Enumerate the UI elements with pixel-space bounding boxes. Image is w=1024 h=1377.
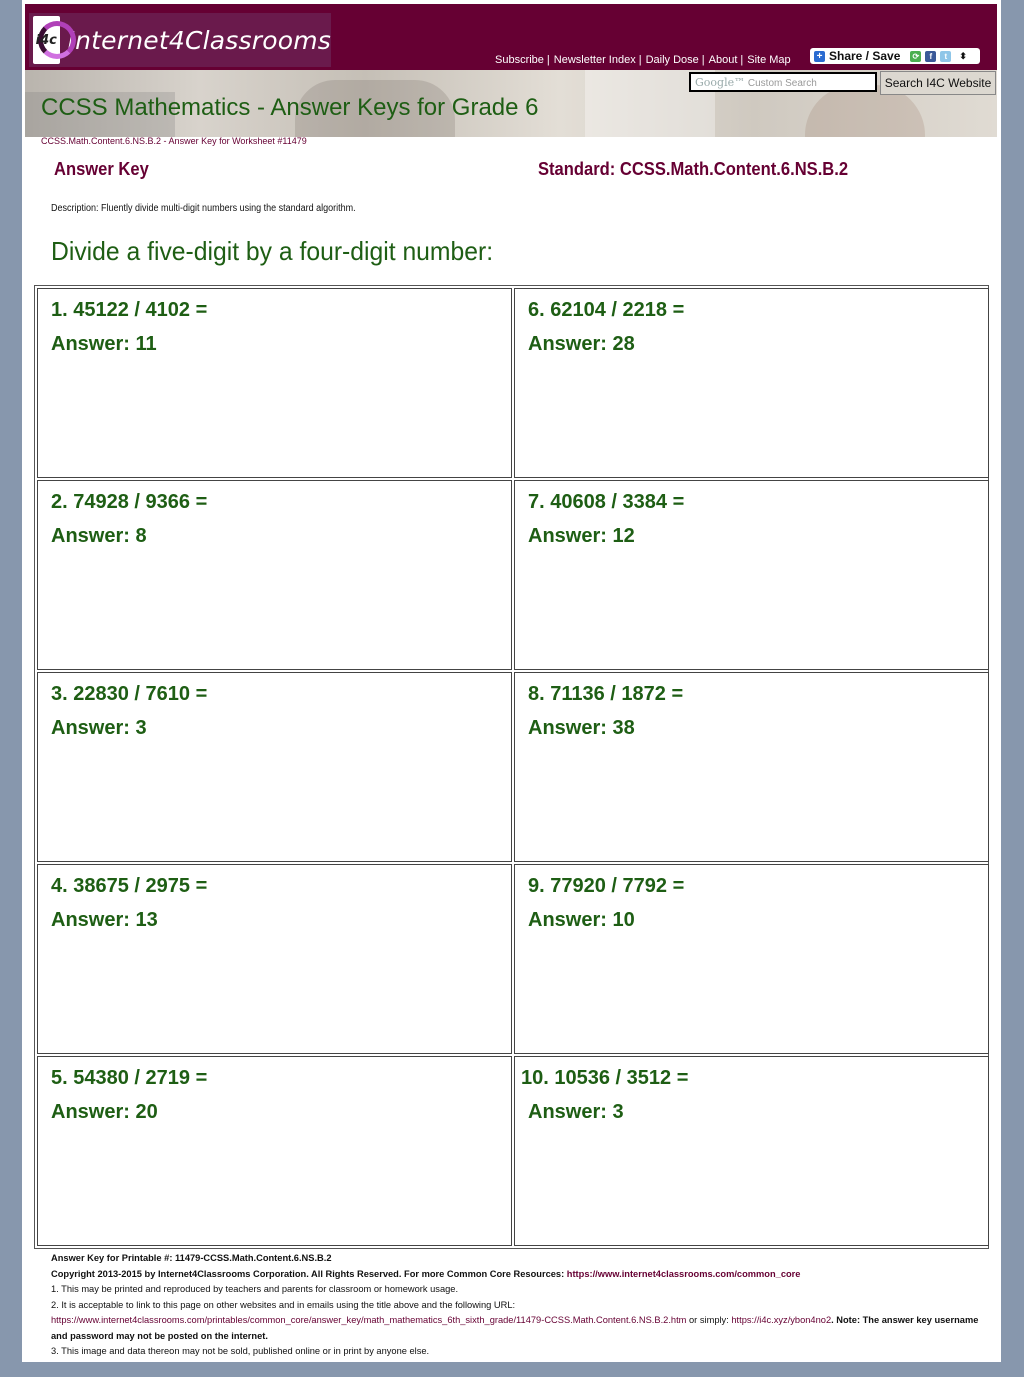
- footer-printable: Answer Key for Printable #: 11479-CCSS.M…: [51, 1253, 332, 1263]
- footer-urls: https://www.internet4classrooms.com/prin…: [51, 1313, 986, 1344]
- share-save-button[interactable]: + Share / Save ⟳ f t ⬍: [810, 48, 980, 64]
- footer-note-3: 3. This image and data thereon may not b…: [51, 1346, 430, 1356]
- updown-chevron-icon[interactable]: ⬍: [959, 51, 967, 62]
- problem-question: 7. 40608 / 3384 =: [528, 491, 685, 513]
- problem-question: 1. 45122 / 4102 =: [51, 299, 208, 321]
- worksheet-url-link[interactable]: https://www.internet4classrooms.com/prin…: [51, 1315, 686, 1325]
- problems-grid: 1. 45122 / 4102 = Answer: 11 6. 62104 / …: [34, 285, 989, 1249]
- breadcrumb: CCSS.Math.Content.6.NS.B.2 - Answer Key …: [41, 136, 307, 146]
- problem-answer: Answer: 8: [51, 525, 147, 547]
- top-nav: Subscribe | Newsletter Index | Daily Dose |…: [495, 54, 791, 66]
- problem-cell: 3. 22830 / 7610 = Answer: 3: [37, 672, 512, 862]
- problem-answer: Answer: 3: [51, 717, 147, 739]
- twitter-icon[interactable]: t: [940, 50, 952, 62]
- search-placeholder: Custom Search: [747, 78, 817, 89]
- nav-separator: |: [638, 54, 642, 66]
- nav-subscribe[interactable]: Subscribe: [495, 54, 544, 66]
- facebook-icon[interactable]: f: [925, 50, 937, 62]
- problem-cell: 5. 54380 / 2719 = Answer: 20: [37, 1056, 512, 1246]
- problem-question: 3. 22830 / 7610 =: [51, 683, 208, 705]
- problem-question: 9. 77920 / 7792 =: [528, 875, 685, 897]
- nav-newsletter-index[interactable]: Newsletter Index: [554, 54, 636, 66]
- problem-cell: 8. 71136 / 1872 = Answer: 38: [514, 672, 989, 862]
- problem-question: 8. 71136 / 1872 =: [528, 683, 684, 705]
- or-simply-text: or simply:: [686, 1315, 732, 1325]
- search-input[interactable]: Google™ Custom Search: [689, 72, 877, 92]
- problem-cell: 6. 62104 / 2218 = Answer: 28: [514, 288, 989, 478]
- nav-daily-dose[interactable]: Daily Dose: [646, 54, 699, 66]
- problem-answer: Answer: 11: [51, 333, 157, 355]
- problem-answer: Answer: 20: [51, 1101, 158, 1123]
- site-header: i4c Internet4Classrooms Subscribe | Newsl…: [25, 4, 997, 70]
- page-title: CCSS Mathematics - Answer Keys for Grade…: [41, 94, 539, 121]
- problem-cell: 9. 77920 / 7792 = Answer: 10: [514, 864, 989, 1054]
- short-url-link[interactable]: https://i4c.xyz/ybon4no2: [731, 1315, 831, 1325]
- logo-small-text: i4c: [35, 32, 57, 48]
- problem-cell: 10. 10536 / 3512 = Answer: 3: [514, 1056, 989, 1246]
- nav-separator: |: [546, 54, 550, 66]
- problem-answer: Answer: 10: [528, 909, 635, 931]
- problem-answer: Answer: 12: [528, 525, 635, 547]
- site-name: Internet4Classrooms: [67, 25, 331, 55]
- footer-copyright: Copyright 2013-2015 by Internet4Classroo…: [51, 1267, 986, 1283]
- site-logo[interactable]: i4c Internet4Classrooms: [29, 13, 331, 67]
- nav-separator: |: [701, 54, 705, 66]
- problem-cell: 4. 38675 / 2975 = Answer: 13: [37, 864, 512, 1054]
- problem-question: 2. 74928 / 9366 =: [51, 491, 208, 513]
- worksheet-heading: Divide a five-digit by a four-digit numb…: [51, 236, 494, 266]
- page-container: i4c Internet4Classrooms Subscribe | Newsl…: [22, 0, 1001, 1362]
- description: Description: Fluently divide multi-digit…: [51, 203, 356, 214]
- problem-question: 5. 54380 / 2719 =: [51, 1067, 208, 1089]
- i4c-logo-icon: i4c: [33, 16, 76, 64]
- nav-about[interactable]: About: [709, 54, 738, 66]
- share-label: Share / Save: [829, 49, 901, 63]
- problem-answer: Answer: 13: [51, 909, 158, 931]
- copyright-text: Copyright 2013-2015 by Internet4Classroo…: [51, 1268, 565, 1279]
- problem-question: 10. 10536 / 3512 =: [521, 1067, 689, 1089]
- footer-note-1: 1. This may be printed and reproduced by…: [51, 1284, 459, 1294]
- problem-answer: Answer: 28: [528, 333, 635, 355]
- nav-site-map[interactable]: Site Map: [747, 54, 790, 66]
- problem-question: 4. 38675 / 2975 =: [51, 875, 208, 897]
- share-icon[interactable]: ⟳: [910, 50, 922, 62]
- common-core-link[interactable]: https://www.internet4classrooms.com/comm…: [567, 1269, 801, 1279]
- problem-cell: 2. 74928 / 9366 = Answer: 8: [37, 480, 512, 670]
- problem-cell: 1. 45122 / 4102 = Answer: 11: [37, 288, 512, 478]
- standard-label: Standard: CCSS.Math.Content.6.NS.B.2: [538, 159, 849, 179]
- plus-icon: +: [814, 50, 825, 62]
- problem-question: 6. 62104 / 2218 =: [528, 299, 685, 321]
- problem-cell: 7. 40608 / 3384 = Answer: 12: [514, 480, 989, 670]
- footer: Answer Key for Printable #: 11479-CCSS.M…: [51, 1251, 986, 1360]
- problem-answer: Answer: 38: [528, 717, 635, 739]
- footer-note-2: 2. It is acceptable to link to this page…: [51, 1299, 516, 1310]
- problem-answer: Answer: 3: [528, 1101, 624, 1123]
- nav-separator: |: [740, 54, 744, 66]
- search-button[interactable]: Search I4C Website: [880, 71, 996, 95]
- google-logo: Google™: [695, 76, 746, 89]
- answer-key-label: Answer Key: [54, 159, 149, 179]
